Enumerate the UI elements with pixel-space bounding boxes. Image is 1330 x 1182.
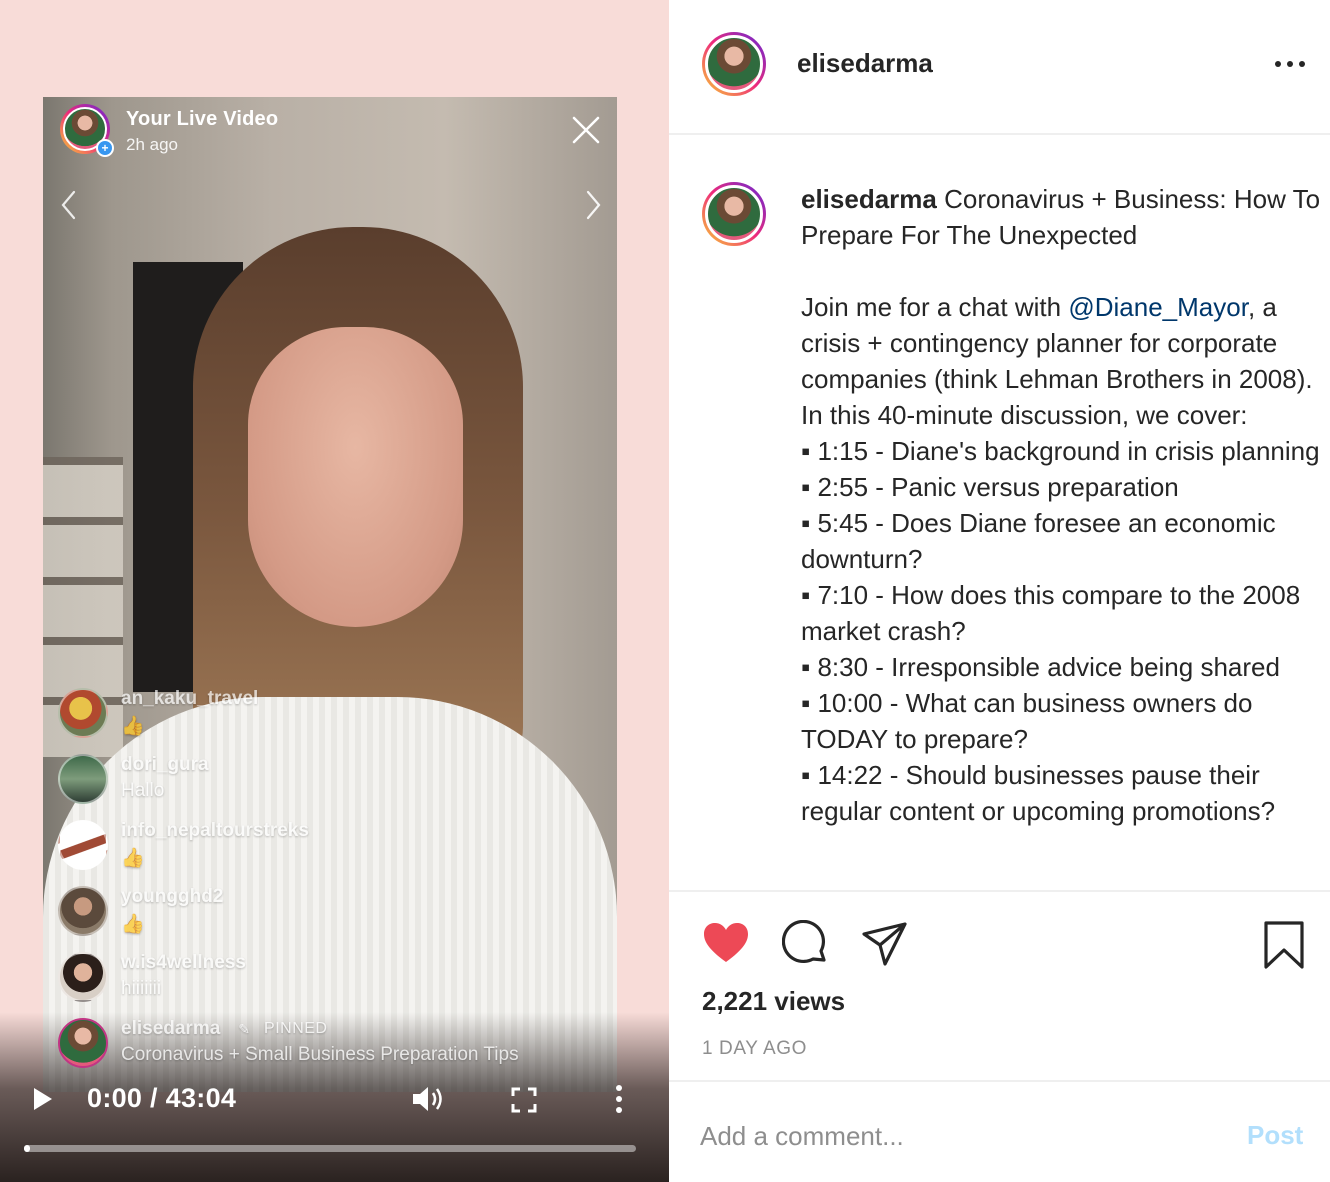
comment-message: Hallo [121, 780, 165, 801]
comment-message: hiiiiiii [121, 978, 162, 999]
live-comment: dori_gura Hallo [58, 754, 618, 804]
chevron-left-icon[interactable] [56, 188, 82, 222]
live-avatar[interactable]: + [60, 104, 114, 157]
video-controls: 0:00 / 43:04 [0, 1080, 669, 1120]
video-time: 0:00 / 43:04 [87, 1083, 237, 1113]
avatar[interactable] [702, 32, 766, 96]
live-comment: youngghd2 👍 [58, 886, 618, 936]
fullscreen-icon[interactable] [510, 1086, 538, 1114]
play-icon[interactable] [32, 1086, 54, 1112]
post-header: elisedarma [669, 0, 1330, 135]
view-count[interactable]: 2,221 views [702, 986, 845, 1017]
comment-username[interactable]: dori_gura [121, 754, 209, 776]
post-details-pane: elisedarma elisedarma Coronavirus + Busi… [669, 0, 1330, 1182]
close-icon[interactable] [570, 114, 602, 146]
more-vertical-icon[interactable] [612, 1084, 626, 1114]
more-horizontal-icon[interactable] [1273, 54, 1307, 74]
comment-input[interactable] [700, 1114, 1220, 1158]
comment-message: 👍 [121, 716, 145, 737]
video-person-face [248, 327, 463, 627]
heart-icon[interactable] [702, 920, 750, 968]
pinned-comment: elisedarma ✎ PINNED Coronavirus + Small … [58, 1018, 618, 1068]
caption-body: , a crisis + contingency planner for cor… [801, 292, 1320, 826]
avatar[interactable] [702, 182, 766, 246]
share-icon[interactable] [861, 920, 909, 968]
bookmark-icon[interactable] [1263, 920, 1305, 970]
pin-icon: ✎ [238, 1020, 251, 1037]
avatar[interactable] [58, 1018, 108, 1068]
chevron-right-icon[interactable] [580, 188, 606, 222]
live-title: Your Live Video [126, 108, 279, 130]
comment-form: Post [669, 1084, 1330, 1182]
post-actions: 2,221 views 1 DAY AGO [669, 890, 1330, 1082]
avatar[interactable] [58, 820, 108, 870]
volume-icon[interactable] [410, 1082, 446, 1116]
live-timestamp: 2h ago [126, 135, 178, 154]
add-icon: + [96, 139, 114, 157]
post-timestamp[interactable]: 1 DAY AGO [702, 1038, 807, 1060]
caption-scroll-area[interactable]: elisedarma Coronavirus + Business: How T… [669, 137, 1330, 889]
comment-icon[interactable] [782, 920, 830, 968]
avatar[interactable] [58, 754, 108, 804]
live-comment: info_nepaltourstreks 👍 [58, 820, 618, 870]
comment-message: 👍 [121, 914, 145, 935]
pinned-label: PINNED [264, 1020, 328, 1037]
comment-username[interactable]: elisedarma [121, 1018, 220, 1040]
comment-username[interactable]: w.is4wellness [121, 952, 246, 974]
live-video-pane: + Your Live Video 2h ago an_kaku_travel … [0, 0, 669, 1182]
caption-mention-link[interactable]: @Diane_Mayor [1068, 292, 1248, 322]
live-header: + Your Live Video 2h ago [60, 104, 279, 157]
video-progress-bar[interactable] [24, 1145, 636, 1152]
post-username[interactable]: elisedarma [797, 48, 933, 79]
video-progress-fill [24, 1145, 31, 1152]
post-caption: elisedarma Coronavirus + Business: How T… [801, 181, 1321, 829]
avatar[interactable] [58, 952, 108, 1002]
live-comment: an_kaku_travel 👍 [58, 688, 618, 738]
live-comment: w.is4wellness hiiiiiii [58, 952, 618, 1002]
caption-username[interactable]: elisedarma [801, 184, 937, 214]
post-comment-button[interactable]: Post [1247, 1120, 1303, 1151]
comment-message: Coronavirus + Small Business Preparation… [121, 1044, 519, 1065]
avatar[interactable] [58, 886, 108, 936]
live-comments: an_kaku_travel 👍 dori_gura Hallo info_ne… [58, 688, 618, 1084]
comment-username[interactable]: an_kaku_travel [121, 688, 258, 710]
comment-username[interactable]: youngghd2 [121, 886, 223, 908]
avatar[interactable] [58, 688, 108, 738]
comment-username[interactable]: info_nepaltourstreks [121, 820, 309, 842]
comment-message: 👍 [121, 848, 145, 869]
